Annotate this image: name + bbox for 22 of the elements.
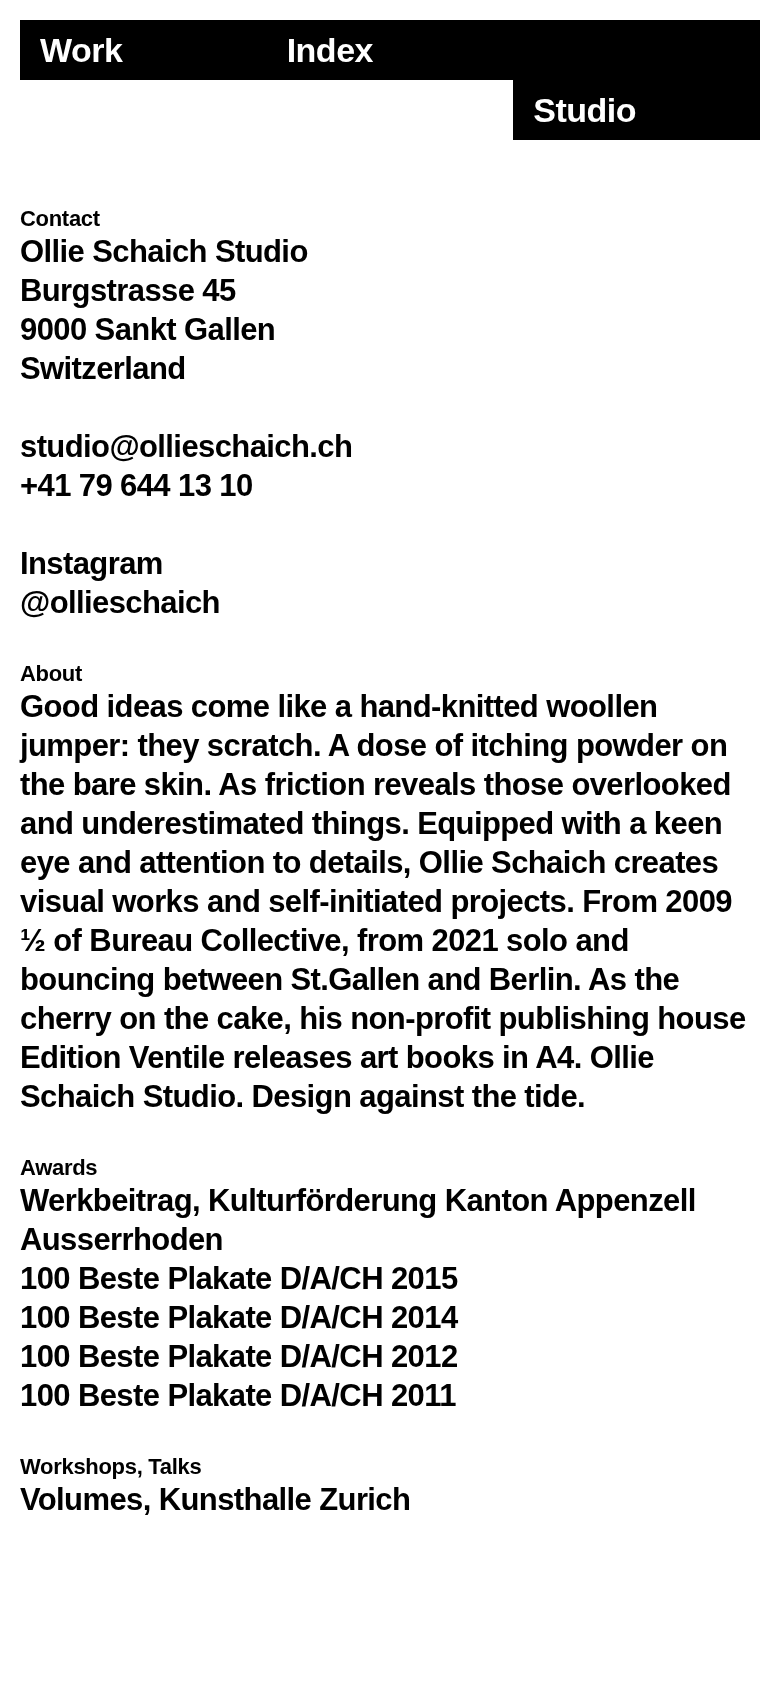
contact-line: Switzerland	[20, 350, 187, 388]
list-item: 100 Beste Plakate D/A/CH 2011	[20, 1377, 457, 1415]
contact-line: studio@ollieschaich.ch	[20, 428, 354, 466]
section-heading: About	[20, 661, 84, 687]
section-heading: Workshops, Talks	[20, 1454, 203, 1480]
nav-link[interactable]: Studio	[513, 80, 760, 140]
contact-line: 9000 Sankt Gallen	[20, 311, 277, 349]
list-item: 100 Beste Plakate D/A/CH 2012	[20, 1338, 459, 1376]
contact-line: Burgstrasse 45	[20, 272, 237, 310]
contact-line: Instagram	[20, 545, 164, 583]
list-item: Volumes, Kunsthalle Zurich	[20, 1481, 412, 1519]
section-heading: Awards	[20, 1155, 99, 1181]
about-paragraph: Good ideas come like a hand-knitted woollen jumper: they scratch. A dose of itching powder on the bare skin. As friction reveals those overlooked and underestimated things. Equipped with a keen eye and attention to details, Ollie Schaich creates visual works and self-initiated projects. From 2009 ½ of Bureau Collective, from 2021 solo and bouncing between St.Gallen and Berlin. As the cherry on the cake, his non-profit publishing house Edition Ventile releases art books in A4. Ollie Schaich Studio. Design against the tide.	[20, 688, 747, 1116]
list-item: 100 Beste Plakate D/A/CH 2015	[20, 1260, 459, 1298]
list-item: 100 Beste Plakate D/A/CH 2014	[20, 1299, 459, 1337]
contact-line: @ollieschaich	[20, 584, 221, 622]
nav-link[interactable]: Work	[20, 20, 267, 80]
section-heading: Contact	[20, 206, 101, 232]
list-item: Werkbeitrag, Kulturförderung Kanton Appenzell Ausserrhoden	[20, 1182, 697, 1259]
contact-line: Ollie Schaich Studio	[20, 233, 309, 271]
nav-link[interactable]: Index	[266, 20, 514, 80]
contact-line: +41 79 644 13 10	[20, 467, 254, 505]
